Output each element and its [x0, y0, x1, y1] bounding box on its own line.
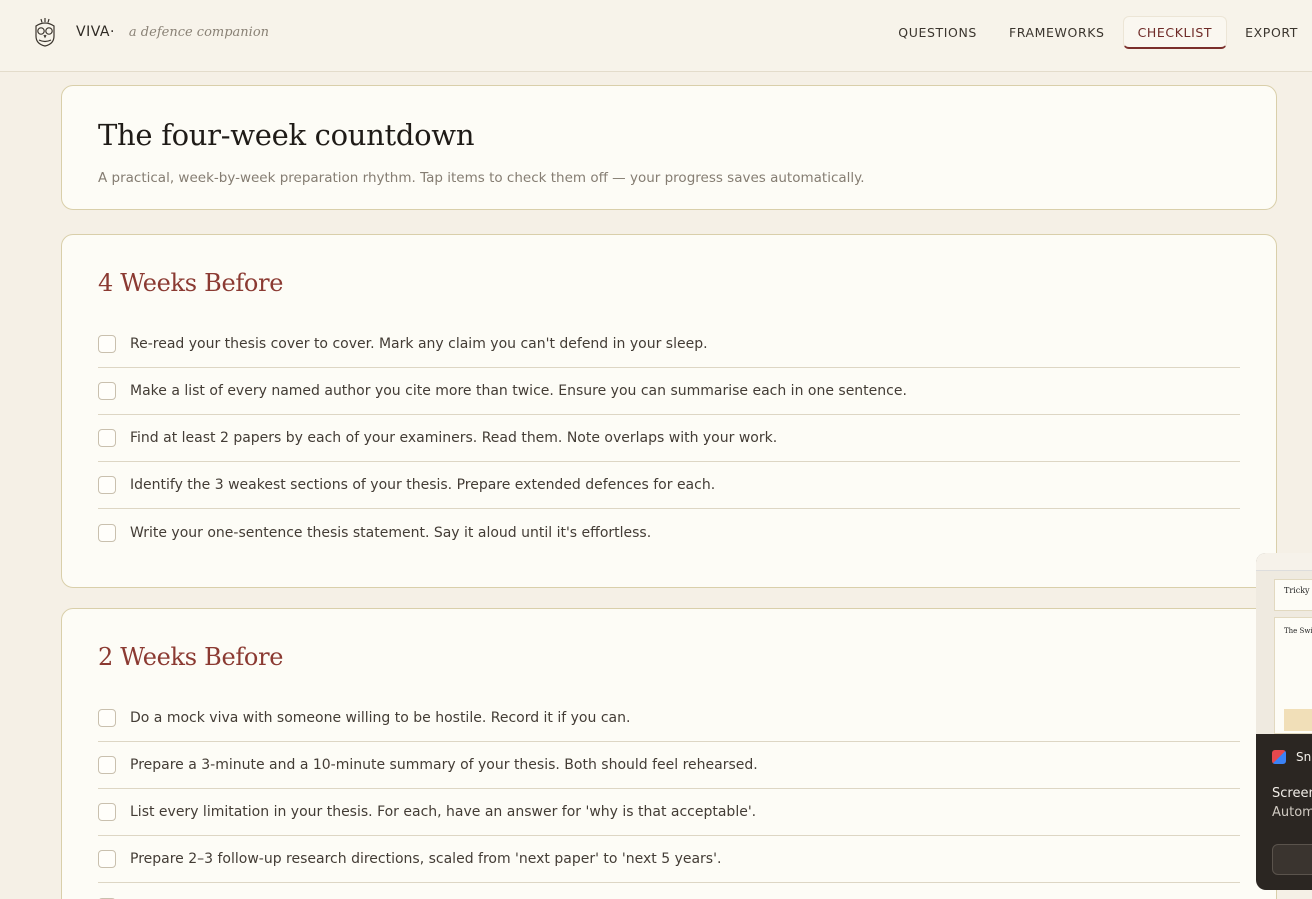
notification-action-button[interactable] — [1272, 844, 1312, 875]
notification-subtitle: Autom — [1272, 805, 1312, 820]
main-nav: QUESTIONS FRAMEWORKS CHECKLIST EXPORT — [880, 16, 1312, 49]
checklist-item[interactable]: Prepare 2–3 follow-up research direction… — [98, 836, 1240, 883]
nav-checklist[interactable]: CHECKLIST — [1122, 16, 1228, 49]
top-navigation-bar: VIVA· a defence companion QUESTIONS FRAM… — [0, 0, 1312, 72]
page-description: A practical, week-by-week preparation rh… — [98, 170, 865, 186]
checkbox[interactable] — [98, 523, 116, 542]
thumbnail-bar — [1256, 553, 1312, 571]
page-title: The four-week countdown — [98, 118, 475, 152]
checklist-item-label: Write your one-sentence thesis statement… — [130, 524, 652, 541]
thumbnail-heading: The Swi — [1284, 627, 1312, 635]
nav-frameworks[interactable]: FRAMEWORKS — [995, 16, 1119, 49]
section-heading: 2 Weeks Before — [98, 643, 284, 671]
checkbox[interactable] — [98, 335, 116, 353]
checkbox[interactable] — [98, 709, 116, 727]
checkbox[interactable] — [98, 803, 116, 821]
nav-export[interactable]: EXPORT — [1231, 16, 1312, 49]
checkbox[interactable] — [98, 476, 116, 494]
section-2-weeks: 2 Weeks Before Do a mock viva with someo… — [61, 608, 1277, 899]
thumbnail-highlight — [1284, 709, 1312, 731]
checklist-item-label: Prepare a 3-minute and a 10-minute summa… — [130, 757, 758, 773]
checkbox[interactable] — [98, 429, 116, 447]
nav-questions[interactable]: QUESTIONS — [884, 16, 991, 49]
notification-app: Sni — [1272, 750, 1312, 764]
intro-card: The four-week countdown A practical, wee… — [61, 85, 1277, 210]
checklist-item[interactable] — [98, 883, 1240, 899]
checklist-item[interactable]: Re-read your thesis cover to cover. Mark… — [98, 321, 1240, 368]
section-4-weeks: 4 Weeks Before Re-read your thesis cover… — [61, 234, 1277, 588]
snipping-tool-notification[interactable]: Tricky The Swi Sni Screen Autom — [1256, 553, 1312, 890]
checklist-item[interactable]: Write your one-sentence thesis statement… — [98, 509, 1240, 556]
screenshot-thumbnail[interactable]: Tricky The Swi — [1256, 553, 1312, 734]
checklist-item-label: Find at least 2 papers by each of your e… — [130, 430, 778, 446]
checkbox[interactable] — [98, 756, 116, 774]
section-heading: 4 Weeks Before — [98, 269, 284, 297]
checklist-item[interactable]: Prepare a 3-minute and a 10-minute summa… — [98, 742, 1240, 789]
checklist-item-label: Make a list of every named author you ci… — [130, 383, 907, 399]
checklist-item-label: Identify the 3 weakest sections of your … — [130, 477, 716, 493]
checklist: Do a mock viva with someone willing to b… — [98, 695, 1240, 899]
brand-tagline: a defence companion — [128, 24, 270, 40]
thumbnail-title: Tricky — [1284, 586, 1310, 595]
brand-name: VIVA· — [76, 24, 115, 40]
notification-app-name: Sni — [1296, 750, 1312, 764]
checklist-item-label: List every limitation in your thesis. Fo… — [130, 804, 757, 820]
checklist-item-label: Do a mock viva with someone willing to b… — [130, 710, 631, 726]
thumbnail-card — [1274, 579, 1312, 611]
checklist: Re-read your thesis cover to cover. Mark… — [98, 321, 1240, 556]
snipping-tool-icon — [1272, 750, 1286, 764]
checklist-item-label: Prepare 2–3 follow-up research direction… — [130, 851, 722, 867]
checkbox[interactable] — [98, 850, 116, 868]
checklist-item[interactable]: Make a list of every named author you ci… — [98, 368, 1240, 415]
checklist-item[interactable]: Find at least 2 papers by each of your e… — [98, 415, 1240, 462]
checklist-item[interactable]: Identify the 3 weakest sections of your … — [98, 462, 1240, 509]
checklist-item[interactable]: List every limitation in your thesis. Fo… — [98, 789, 1240, 836]
checklist-item[interactable]: Do a mock viva with someone willing to b… — [98, 695, 1240, 742]
owl-icon — [35, 18, 55, 47]
notification-title: Screen — [1272, 786, 1312, 801]
brand[interactable]: VIVA· a defence companion — [32, 16, 269, 48]
checklist-item-label: Re-read your thesis cover to cover. Mark… — [130, 336, 708, 352]
checkbox[interactable] — [98, 382, 116, 400]
